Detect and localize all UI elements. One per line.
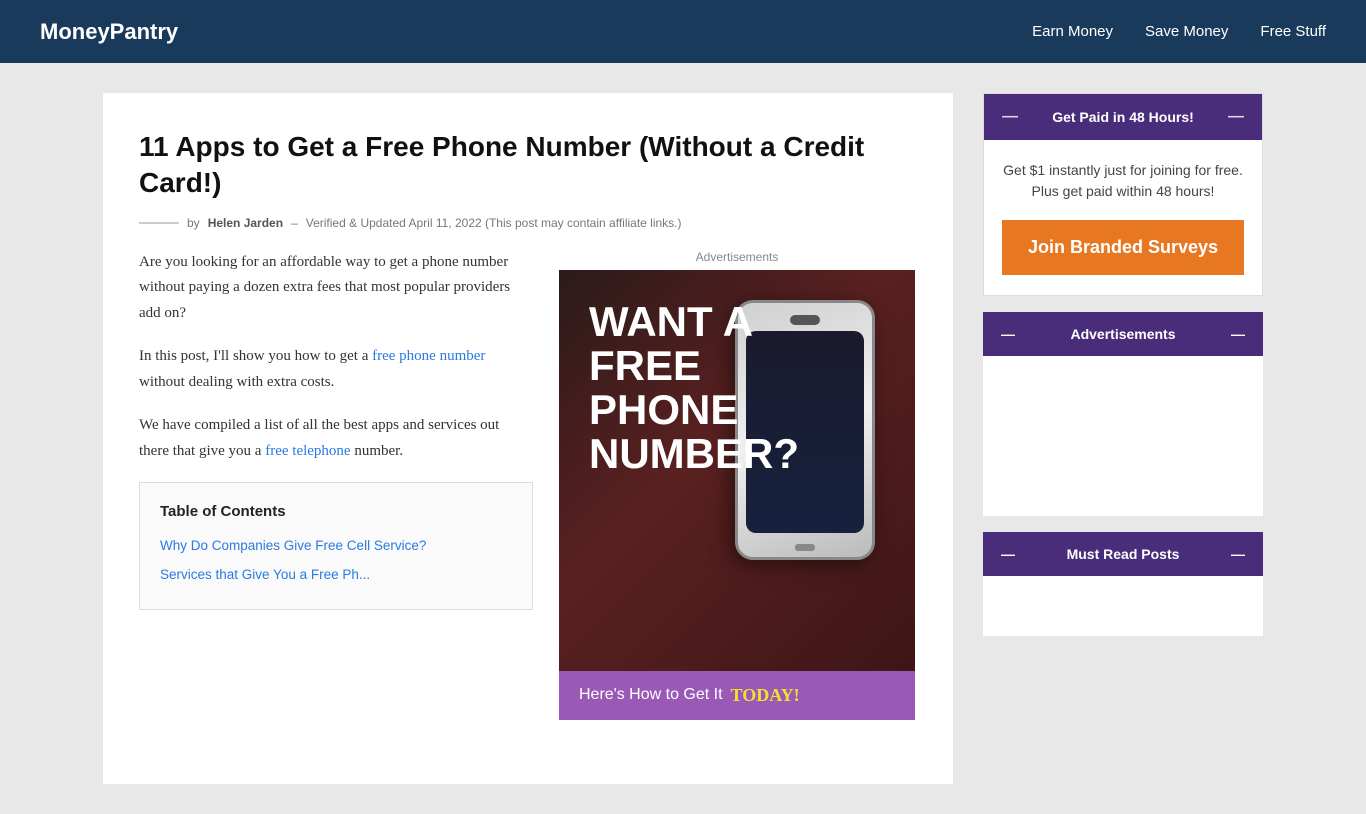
widget-must-read-header: — Must Read Posts — <box>983 532 1263 576</box>
table-of-contents: Table of Contents Why Do Companies Give … <box>139 482 533 609</box>
article-para2: In this post, I'll show you how to get a… <box>139 344 533 395</box>
phone-ad-banner[interactable]: WANT A FREE PHONE NUMBER? <box>559 270 915 720</box>
cta-bar-text: Here's How to Get It <box>579 686 723 704</box>
meta-verified: Verified & Updated April 11, 2022 (This … <box>306 216 682 230</box>
nav-free-stuff[interactable]: Free Stuff <box>1260 23 1326 40</box>
toc-item: Services that Give You a Free Ph... <box>160 564 512 587</box>
widget-branded-header-label: Get Paid in 48 Hours! <box>1052 109 1194 125</box>
cta-bar-highlight: TODAY! <box>731 685 800 706</box>
toc-list: Why Do Companies Give Free Cell Service?… <box>160 535 512 587</box>
ads-label: Advertisements <box>696 250 779 264</box>
article-title: 11 Apps to Get a Free Phone Number (With… <box>139 129 917 202</box>
widget-ads-header-label: Advertisements <box>1070 326 1175 342</box>
nav-earn-money[interactable]: Earn Money <box>1032 23 1113 40</box>
widget-ads-header: — Advertisements — <box>983 312 1263 356</box>
phone-ad-headline: WANT A FREE PHONE NUMBER? <box>589 300 799 476</box>
link-free-telephone[interactable]: free telephone <box>265 443 350 459</box>
phone-ad-cta-bar: Here's How to Get It TODAY! <box>559 671 915 720</box>
ads-column: Advertisements WANT A FREE PHONE NUMBER? <box>557 250 917 720</box>
toc-link-1[interactable]: Why Do Companies Give Free Cell Service? <box>160 538 426 553</box>
main-content: 11 Apps to Get a Free Phone Number (With… <box>103 93 953 784</box>
article-meta: by Helen Jarden – Verified & Updated Apr… <box>139 216 917 230</box>
ads-dash-right: — <box>1231 326 1245 342</box>
toc-title: Table of Contents <box>160 499 512 525</box>
nav-save-money[interactable]: Save Money <box>1145 23 1228 40</box>
toc-link-2[interactable]: Services that Give You a Free Ph... <box>160 567 370 582</box>
site-header: MoneyPantry Earn Money Save Money Free S… <box>0 0 1366 63</box>
site-logo[interactable]: MoneyPantry <box>40 19 178 45</box>
main-nav: Earn Money Save Money Free Stuff <box>1032 23 1326 40</box>
widget-must-read: — Must Read Posts — <box>983 532 1263 636</box>
must-read-dash-left: — <box>1001 546 1015 562</box>
article-para1: Are you looking for an affordable way to… <box>139 250 533 327</box>
meta-author: Helen Jarden <box>208 216 283 230</box>
must-read-dash-right: — <box>1231 546 1245 562</box>
widget-advertisements: — Advertisements — <box>983 312 1263 516</box>
sidebar: — Get Paid in 48 Hours! — Get $1 instant… <box>983 93 1263 636</box>
header-dash-left: — <box>1002 108 1018 126</box>
widget-must-read-header-label: Must Read Posts <box>1067 546 1180 562</box>
article-content-area: Are you looking for an affordable way to… <box>139 250 917 720</box>
widget-branded-body: Get $1 instantly just for joining for fr… <box>984 140 1262 295</box>
widget-branded-text: Get $1 instantly just for joining for fr… <box>1002 160 1244 202</box>
meta-by: by <box>187 216 200 230</box>
join-branded-surveys-button[interactable]: Join Branded Surveys <box>1002 220 1244 275</box>
article-text: Are you looking for an affordable way to… <box>139 250 533 720</box>
meta-line-decoration <box>139 222 179 224</box>
page-wrapper: 11 Apps to Get a Free Phone Number (With… <box>83 63 1283 814</box>
widget-ads-body <box>983 356 1263 516</box>
toc-item: Why Do Companies Give Free Cell Service? <box>160 535 512 558</box>
ads-dash-left: — <box>1001 326 1015 342</box>
meta-separator: – <box>291 216 298 230</box>
phone-home-button <box>795 544 815 551</box>
article-para3: We have compiled a list of all the best … <box>139 413 533 464</box>
widget-must-read-body <box>983 576 1263 636</box>
widget-branded-surveys: — Get Paid in 48 Hours! — Get $1 instant… <box>983 93 1263 296</box>
widget-branded-header: — Get Paid in 48 Hours! — <box>984 94 1262 140</box>
header-dash-right: — <box>1228 108 1244 126</box>
link-free-phone-number[interactable]: free phone number <box>372 348 485 364</box>
